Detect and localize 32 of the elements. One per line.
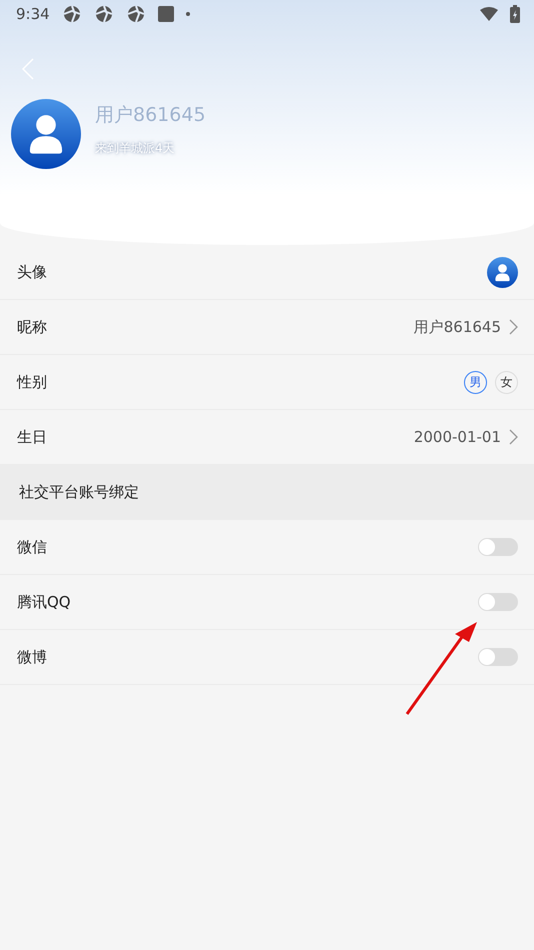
notification-icon [94, 4, 114, 24]
battery-icon [510, 5, 520, 23]
toggle-switch[interactable] [478, 648, 518, 666]
wifi-icon [480, 7, 498, 21]
notification-icon [158, 6, 174, 22]
row-label: 性别 [17, 372, 47, 392]
dot-icon [186, 12, 190, 16]
row-label: 腾讯QQ [17, 592, 71, 612]
notification-icon [126, 4, 146, 24]
row-label: 微信 [17, 538, 47, 556]
section-header: 社交平台账号绑定 [0, 465, 534, 520]
row-label: 微博 [17, 648, 47, 666]
row-value: 2000-01-01 [414, 428, 501, 446]
toggle-switch[interactable] [478, 538, 518, 556]
row-label: 生日 [17, 428, 47, 446]
settings-row[interactable]: 性别 男 女 [0, 355, 534, 410]
row-label: 昵称 [17, 318, 47, 336]
chevron-icon [509, 319, 518, 335]
gender-option[interactable]: 男 [464, 370, 487, 394]
toggle-switch[interactable] [478, 593, 518, 611]
row-label: 头像 [17, 262, 47, 282]
gender-option[interactable]: 女 [495, 370, 518, 394]
avatar-icon [11, 99, 81, 169]
row-value: 用户861645 [414, 318, 501, 336]
settings-row[interactable]: 昵称 用户861645 [0, 300, 534, 355]
avatar-icon [487, 256, 518, 288]
chevron-icon [509, 429, 518, 445]
member-days: 来到羊城派4天 [95, 140, 206, 156]
status-time: 9:34 [16, 5, 50, 23]
user-name: 用户861645 [95, 102, 206, 128]
notification-icon [62, 4, 82, 24]
settings-row[interactable]: 头像 [0, 245, 534, 300]
